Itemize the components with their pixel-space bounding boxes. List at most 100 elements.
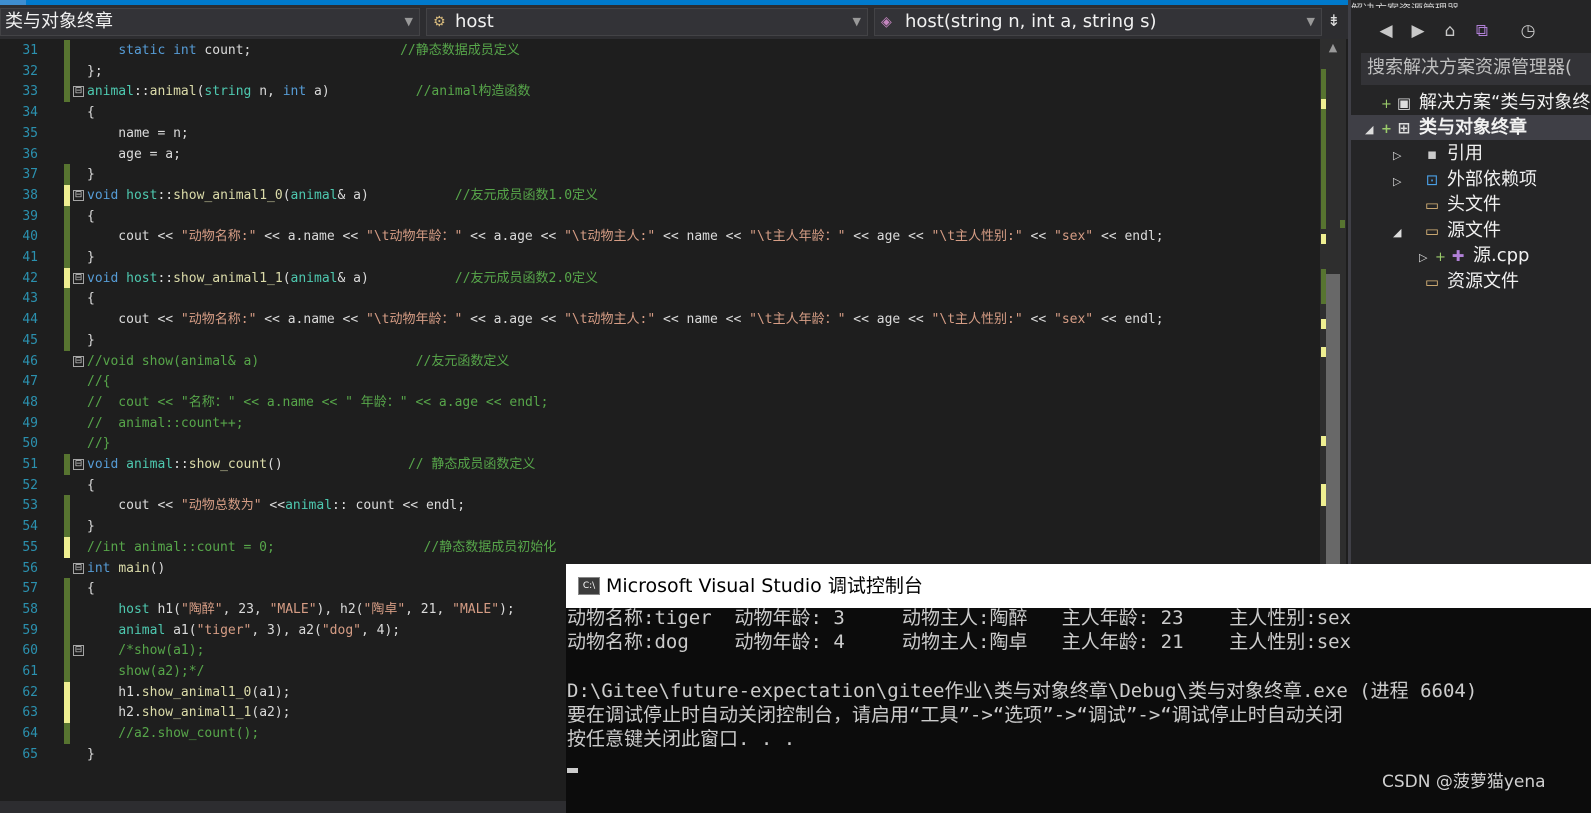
code-token: // cout << "名称：" << a.name << " 年龄：" << … xyxy=(87,394,549,410)
code-line[interactable]: 34 { xyxy=(0,102,1320,123)
class-dropdown-label: host xyxy=(455,11,494,32)
code-line[interactable]: 44 cout << "动物名称:" << a.name << "\t动物年龄：… xyxy=(0,309,1320,331)
expander-icon[interactable]: ◢ xyxy=(1393,220,1409,245)
code-line[interactable]: 53 cout << "动物总数为" <<animal:: count << e… xyxy=(0,495,1320,517)
code-token: << xyxy=(334,229,366,245)
code-text: //int animal::count = 0; //静态数据成员初始化 xyxy=(87,537,556,558)
code-line[interactable]: 46 ⊟//void show(animal& a) //友元函数定义 xyxy=(0,351,1320,372)
code-token: << a. xyxy=(256,312,304,328)
fold-toggle-icon[interactable]: ⊟ xyxy=(73,562,84,574)
forward-icon[interactable]: ▶ xyxy=(1405,18,1431,44)
scroll-up-icon[interactable]: ▲ xyxy=(1320,41,1346,54)
code-line[interactable]: 40 cout << "动物名称:" << a.name << "\t动物年龄：… xyxy=(0,226,1320,248)
code-token: << endl; xyxy=(1093,229,1164,245)
code-token: animal xyxy=(285,498,333,514)
code-token: ( xyxy=(355,601,364,617)
code-text: { xyxy=(87,288,95,309)
code-token: << endl; xyxy=(1093,312,1164,328)
code-line[interactable]: 32}; xyxy=(0,60,1320,82)
tree-item[interactable]: ◢ + ⊞ 类与对象终章 xyxy=(1351,115,1591,140)
navigation-bar: 类与对象终章 ▼ ⚙ host ▼ ◈ host(string n, int a… xyxy=(0,5,1348,39)
code-token: void xyxy=(87,270,119,286)
change-marker xyxy=(64,184,70,206)
change-marker xyxy=(64,40,70,61)
code-line[interactable]: 36 age = a; xyxy=(0,144,1320,165)
fold-toggle-icon[interactable]: ⊟ xyxy=(73,272,84,284)
expander-icon[interactable]: ▷ xyxy=(1419,245,1435,270)
line-number: 45 xyxy=(22,332,38,348)
member-dropdown[interactable]: ◈ host(string n, int a, string s) ▼ xyxy=(874,8,1322,36)
fold-toggle-icon[interactable]: ⊟ xyxy=(73,86,84,98)
code-line[interactable]: 43 { xyxy=(0,288,1320,310)
code-token: "sex" xyxy=(1054,229,1094,245)
code-token: { xyxy=(87,291,95,307)
tree-item[interactable]: ▭ 头文件 xyxy=(1393,192,1501,217)
code-line[interactable]: 41} xyxy=(0,247,1320,268)
code-line[interactable]: 49 // animal::count++; xyxy=(0,413,1320,434)
code-line[interactable]: 42 ⊟ void host::show_animal1_1(animal& a) … xyxy=(0,267,1320,289)
class-dropdown[interactable]: ⚙ host ▼ xyxy=(426,8,868,36)
code-line[interactable]: 51 ⊟ void animal::show_count() // 静态成员函数定义 xyxy=(0,454,1320,475)
code-token: << xyxy=(334,312,366,328)
fold-toggle-icon[interactable]: ⊟ xyxy=(73,189,84,201)
code-line[interactable]: 50 //} xyxy=(0,433,1320,454)
code-token: animal xyxy=(87,84,134,100)
history-icon[interactable]: ◷ xyxy=(1515,18,1541,44)
fold-toggle-icon[interactable]: ⊟ xyxy=(73,645,84,657)
project-dropdown[interactable]: 类与对象终章 ▼ xyxy=(0,8,420,36)
code-line[interactable]: 31 static int count; //静态数据成员定义 xyxy=(0,40,1320,61)
fold-toggle-icon[interactable]: ⊟ xyxy=(73,459,84,470)
code-text: age = a; xyxy=(87,144,181,165)
code-token: << a. xyxy=(462,229,510,245)
change-marker xyxy=(1321,347,1326,357)
line-number: 59 xyxy=(22,622,38,638)
code-line[interactable]: 52 { xyxy=(0,475,1320,496)
chevron-down-icon: ▼ xyxy=(404,15,413,28)
change-marker xyxy=(64,516,70,538)
tree-item[interactable]: ▭ 资源文件 xyxy=(1393,269,1519,294)
line-number: 63 xyxy=(22,705,38,721)
scrollbar-thumb[interactable] xyxy=(1326,274,1340,566)
code-token: name xyxy=(303,312,335,328)
tree-item[interactable]: ◢ ▭ 源文件 xyxy=(1393,218,1501,243)
tree-item[interactable]: ▷ ▪ 引用 xyxy=(1393,141,1483,166)
line-number: 64 xyxy=(22,726,38,742)
code-line[interactable]: 54} xyxy=(0,516,1320,538)
tree-item[interactable]: ▷ ⊡ 外部依赖项 xyxy=(1393,167,1537,192)
home-icon[interactable]: ⌂ xyxy=(1437,18,1463,44)
code-line[interactable]: 45} xyxy=(0,329,1320,351)
code-line[interactable]: 48 // cout << "名称：" << a.name << " 年龄：" <… xyxy=(0,392,1320,413)
code-token: "\t主人年龄：" xyxy=(749,312,846,328)
line-number: 52 xyxy=(22,477,38,493)
console-title-bar[interactable]: C:\ Microsoft Visual Studio 调试控制台 xyxy=(566,564,1591,608)
tree-item[interactable]: ▷ + ✚ 源.cpp xyxy=(1419,243,1529,268)
fold-toggle-icon[interactable]: ⊟ xyxy=(73,355,84,367)
code-line[interactable]: 55 //int animal::count = 0; //静态数据成员初始化 xyxy=(0,536,1320,558)
back-icon[interactable]: ◀ xyxy=(1373,18,1399,44)
solution-search-input[interactable]: 搜索解决方案资源管理器( xyxy=(1361,53,1591,85)
code-text: /*show(a1); xyxy=(87,640,204,661)
line-number: 34 xyxy=(22,105,38,121)
line-number: 65 xyxy=(22,746,38,762)
code-line[interactable]: 47 //{ xyxy=(0,371,1320,392)
expander-icon[interactable]: ▷ xyxy=(1393,143,1409,168)
code-token: << xyxy=(1022,312,1054,328)
split-editor-icon[interactable]: ⇟ xyxy=(1322,8,1346,36)
code-line[interactable]: 37} xyxy=(0,164,1320,186)
code-line[interactable]: 38 ⊟ void host::show_animal1_0(animal& a) … xyxy=(0,184,1320,206)
code-token: cout << xyxy=(87,229,181,245)
code-token: ( xyxy=(282,187,291,203)
code-line[interactable]: 33 ⊟ animal::animal(string n, int a) //ani… xyxy=(0,81,1320,103)
code-token: //int animal::count = 0; //静态数据成员初始化 xyxy=(87,539,557,555)
vs-switch-icon[interactable]: ⧉ xyxy=(1469,18,1495,44)
tree-item[interactable]: + ▣ 解决方案“类与对象终 xyxy=(1365,90,1590,115)
code-line[interactable]: 35 name = n; xyxy=(0,123,1320,144)
code-line[interactable]: 39 { xyxy=(0,205,1320,227)
expander-icon[interactable]: ◢ xyxy=(1365,117,1381,142)
code-token: { xyxy=(87,105,95,121)
code-token: & a) xyxy=(337,270,455,286)
expander-icon[interactable]: ▷ xyxy=(1393,169,1409,194)
